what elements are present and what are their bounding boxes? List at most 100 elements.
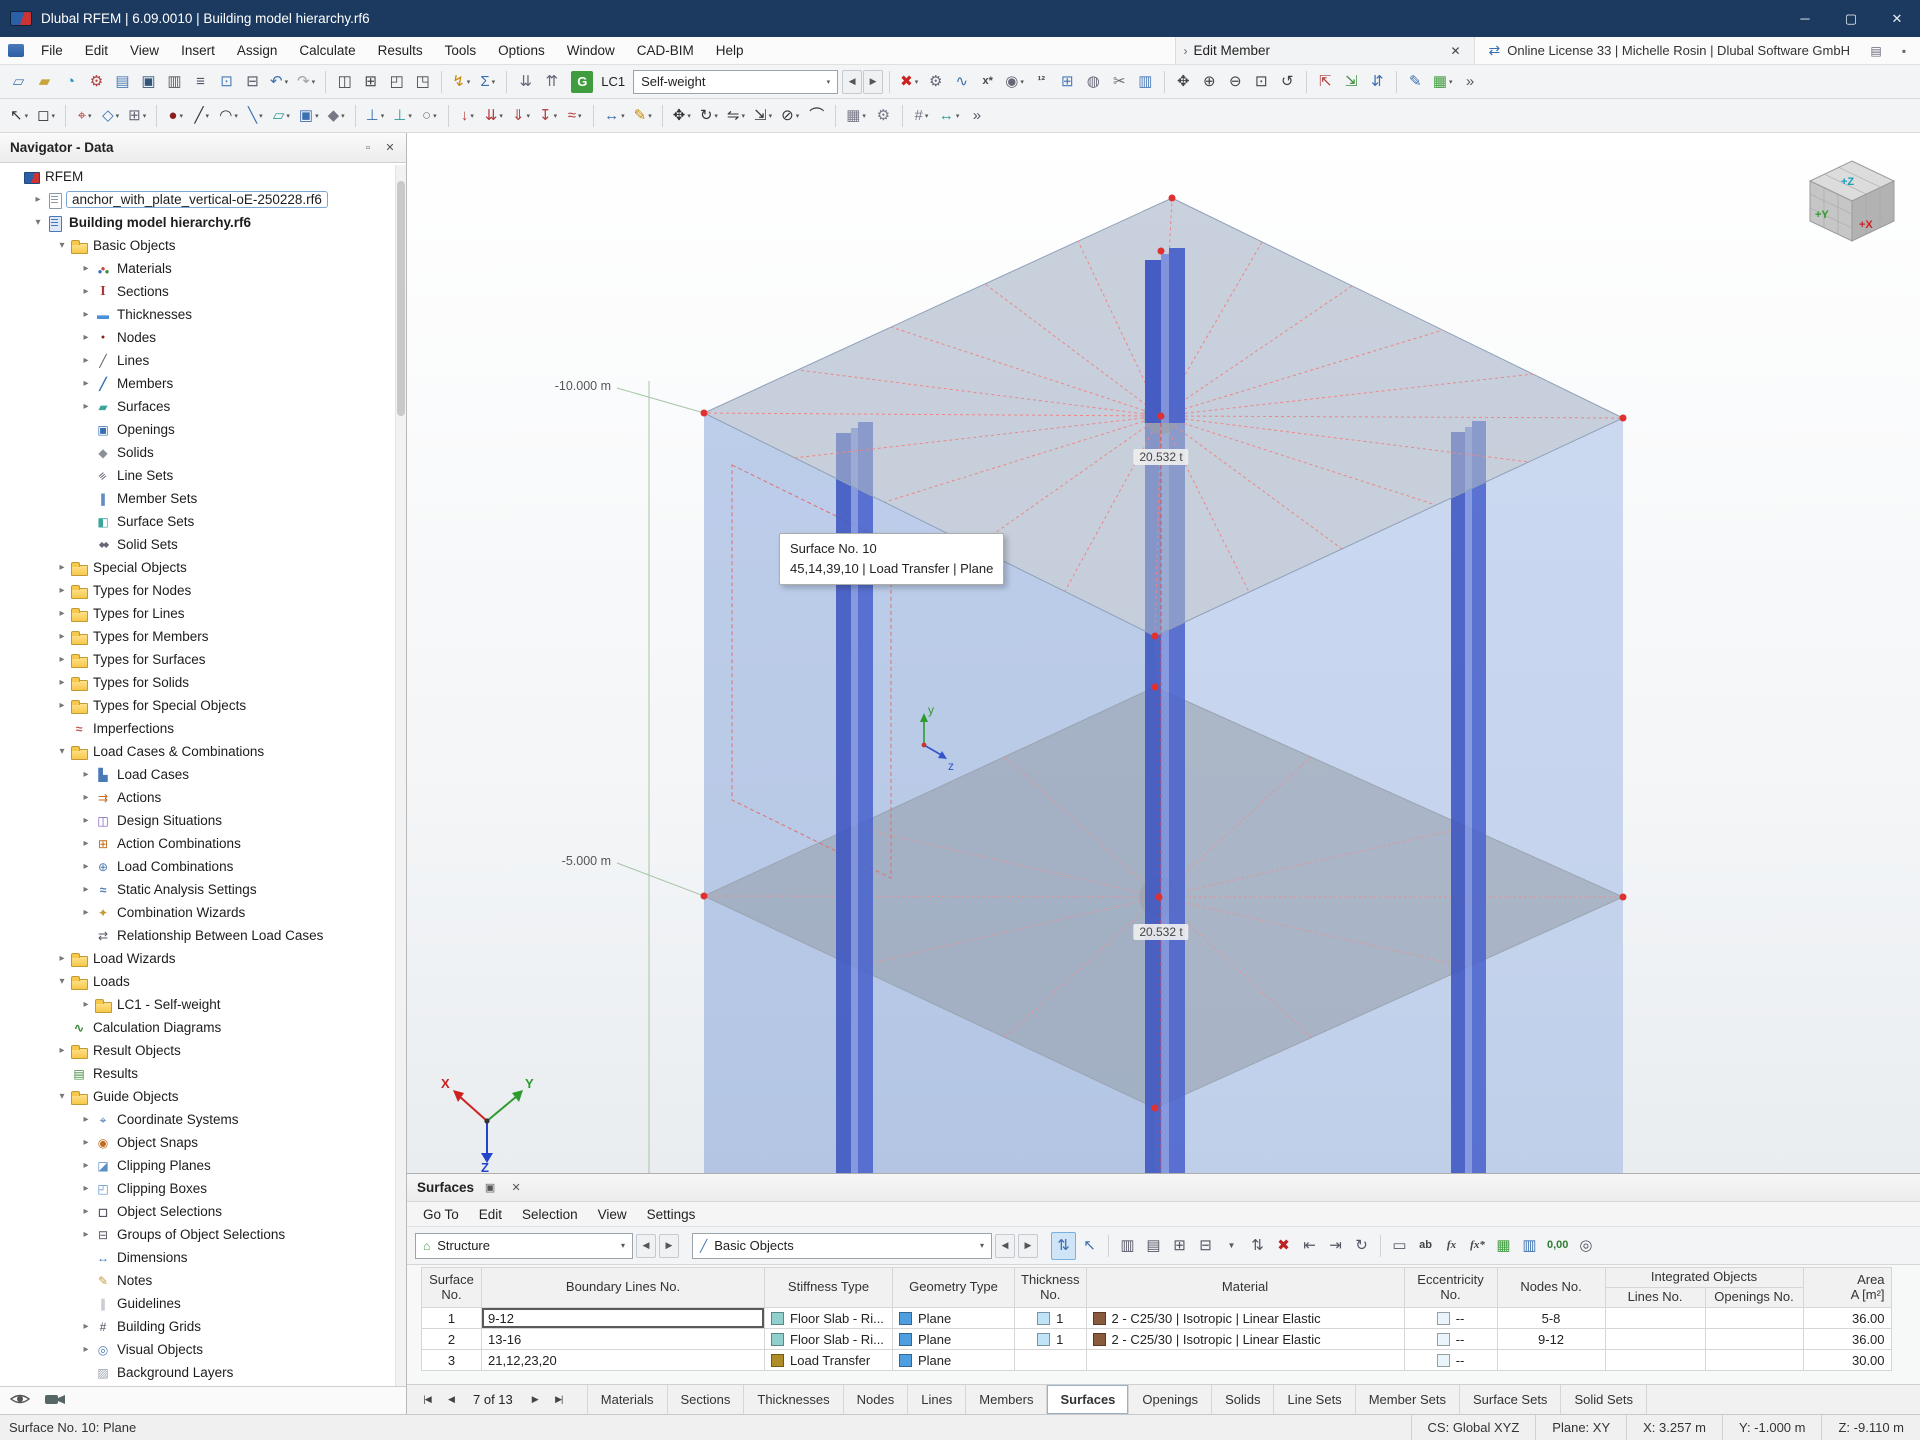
tree-item-thicknesses[interactable]: ▸Thicknesses [0, 303, 406, 326]
tree-item-surfaces[interactable]: ▸Surfaces [0, 395, 406, 418]
menu-window[interactable]: Window [556, 37, 626, 64]
previous-table-button[interactable]: ◀ [439, 1389, 463, 1411]
expander-icon[interactable]: ▸ [30, 194, 46, 205]
thickness-cell[interactable]: 1 [1015, 1308, 1087, 1329]
integrated-openings-cell[interactable] [1705, 1329, 1803, 1350]
move-copy-icon[interactable]: ✥▾ [669, 102, 695, 130]
expander-icon[interactable]: ▸ [78, 999, 94, 1010]
thickness-cell[interactable]: 1 [1015, 1329, 1087, 1350]
dimension-tool-icon[interactable]: ↔▾ [600, 102, 629, 130]
zoom-window-icon[interactable]: ⊡ [1249, 68, 1274, 96]
expander-icon[interactable]: ▾ [30, 217, 46, 228]
new-model-icon[interactable]: ▱ [6, 68, 31, 96]
next-load-case-button[interactable]: ▶ [863, 70, 883, 94]
geometry-type-cell[interactable]: Plane [893, 1350, 1015, 1371]
mesh-icon[interactable]: ▦▾ [842, 102, 870, 130]
menu-calculate[interactable]: Calculate [288, 37, 366, 64]
print-graphic-icon[interactable]: ▥ [1133, 68, 1158, 96]
nodes-cell[interactable]: 9-12 [1497, 1329, 1605, 1350]
guide-objects-icon[interactable]: #▾ [909, 102, 934, 130]
tree-item-members[interactable]: ▸Members [0, 372, 406, 395]
load-transfer-icon[interactable]: ↯▾ [448, 68, 474, 96]
tree-item-types-for-nodes[interactable]: ▸Types for Nodes [0, 579, 406, 602]
eccentricity-cell[interactable]: -- [1404, 1350, 1497, 1371]
table-tab-members[interactable]: Members [966, 1385, 1047, 1414]
boundary-lines-cell[interactable]: 13-16 [482, 1329, 765, 1350]
tree-item-solid-sets[interactable]: Solid Sets [0, 533, 406, 556]
boundary-lines-cell[interactable]: 9-12 [482, 1308, 765, 1329]
expander-icon[interactable]: ▸ [78, 861, 94, 872]
expander-icon[interactable]: ▸ [54, 585, 70, 596]
mesh-settings-icon[interactable]: ⚙ [871, 102, 896, 130]
filter-icon[interactable]: ▼ [1219, 1232, 1244, 1260]
opening-tool-icon[interactable]: ▣▾ [295, 102, 323, 130]
material-cell[interactable] [1086, 1350, 1404, 1371]
table-tab-surface-sets[interactable]: Surface Sets [1460, 1385, 1561, 1414]
graphic-properties-icon[interactable]: ⊞ [1055, 68, 1080, 96]
sync-selection-icon[interactable]: ⇅ [1051, 1232, 1076, 1260]
table-tab-materials[interactable]: Materials [588, 1385, 668, 1414]
sort-icon[interactable]: ⇅ [1245, 1232, 1270, 1260]
expander-icon[interactable]: ▸ [78, 838, 94, 849]
scale-icon[interactable]: ⇲▾ [750, 102, 776, 130]
toolbar2-overflow-icon[interactable]: » [964, 102, 989, 130]
table-tab-lines[interactable]: Lines [908, 1385, 966, 1414]
tree-item-types-for-members[interactable]: ▸Types for Members [0, 625, 406, 648]
viewport-3d[interactable]: y z X Y Z +X +Y +Z -10.000 m -5.000 [407, 133, 1920, 1173]
toolbar-overflow-icon[interactable]: » [1458, 68, 1483, 96]
tree-item-building-model-hierarchy-rf6[interactable]: ▾Building model hierarchy.rf6 [0, 211, 406, 234]
select-special-icon[interactable]: ◻▾ [33, 102, 59, 130]
note-tool-icon[interactable]: ✎▾ [630, 102, 656, 130]
expander-icon[interactable]: ▸ [78, 286, 94, 297]
table-tab-member-sets[interactable]: Member Sets [1356, 1385, 1460, 1414]
edit-graphic-icon[interactable]: ✎ [1403, 68, 1428, 96]
panel-menu-edit[interactable]: Edit [469, 1207, 512, 1222]
boundary-lines-cell[interactable]: 21,12,23,20 [482, 1350, 765, 1371]
tree-item-combination-wizards[interactable]: ▸Combination Wizards [0, 901, 406, 924]
free-load-icon[interactable]: ↧▾ [535, 102, 561, 130]
expander-icon[interactable]: ▸ [54, 1045, 70, 1056]
solid-tool-icon[interactable]: ◆▾ [324, 102, 349, 130]
insert-row-icon[interactable]: ⊞ [1167, 1232, 1192, 1260]
line-support-icon[interactable]: ⊥▾ [389, 102, 416, 130]
tree-item-anchor-with-plate-vertical-oe-250228-rf6[interactable]: ▸anchor_with_plate_vertical-oE-250228.rf… [0, 188, 406, 211]
excel-export-icon[interactable]: ▦ [1491, 1232, 1516, 1260]
tree-item-sections[interactable]: ▸Sections [0, 280, 406, 303]
expander-icon[interactable]: ▸ [78, 263, 94, 274]
expander-icon[interactable]: ▸ [54, 953, 70, 964]
col-header-surface-no[interactable]: SurfaceNo. [422, 1268, 482, 1308]
panel-pin-icon[interactable]: ▪ [1892, 40, 1916, 62]
tree-item-dimensions[interactable]: Dimensions [0, 1246, 406, 1269]
object-snap-icon[interactable]: ⌖▾ [72, 102, 97, 130]
tree-item-member-sets[interactable]: Member Sets [0, 487, 406, 510]
show-loads-icon[interactable]: ⇊ [513, 68, 538, 96]
tree-item-actions[interactable]: ▸Actions [0, 786, 406, 809]
surface-load-icon[interactable]: ⇓▾ [508, 102, 534, 130]
panel-menu-view[interactable]: View [588, 1207, 637, 1222]
table-tab-line-sets[interactable]: Line Sets [1274, 1385, 1355, 1414]
tree-item-types-for-special-objects[interactable]: ▸Types for Special Objects [0, 694, 406, 717]
next-table-button[interactable]: ▶ [523, 1389, 547, 1411]
pin-icon[interactable]: ▫ [358, 138, 378, 158]
expander-icon[interactable]: ▸ [54, 700, 70, 711]
export-table-icon[interactable]: ⇥ [1323, 1232, 1348, 1260]
expander-icon[interactable]: ▸ [78, 378, 94, 389]
table-category-combo[interactable]: ╱Basic Objects▾ [692, 1233, 992, 1259]
area-cell[interactable]: 30.00 [1803, 1350, 1891, 1371]
select-in-graphic-icon[interactable]: ↖ [1077, 1232, 1102, 1260]
nodes-cell[interactable] [1497, 1350, 1605, 1371]
expander-icon[interactable]: ▸ [54, 631, 70, 642]
tree-item-clipping-planes[interactable]: ▸Clipping Planes [0, 1154, 406, 1177]
expander-icon[interactable]: ▸ [78, 332, 94, 343]
minimize-button[interactable]: ─ [1782, 0, 1828, 37]
row-number-cell[interactable]: 1 [422, 1308, 482, 1329]
col-header-material[interactable]: Material [1086, 1268, 1404, 1308]
tree-item-load-combinations[interactable]: ▸Load Combinations [0, 855, 406, 878]
menu-options[interactable]: Options [487, 37, 556, 64]
geometry-type-cell[interactable]: Plane [893, 1308, 1015, 1329]
panel-menu-go-to[interactable]: Go To [413, 1207, 469, 1222]
zoom-in-icon[interactable]: ⊕ [1197, 68, 1222, 96]
table-tab-openings[interactable]: Openings [1129, 1385, 1212, 1414]
tree-item-line-sets[interactable]: Line Sets [0, 464, 406, 487]
report-table-icon[interactable]: ▥ [1517, 1232, 1542, 1260]
